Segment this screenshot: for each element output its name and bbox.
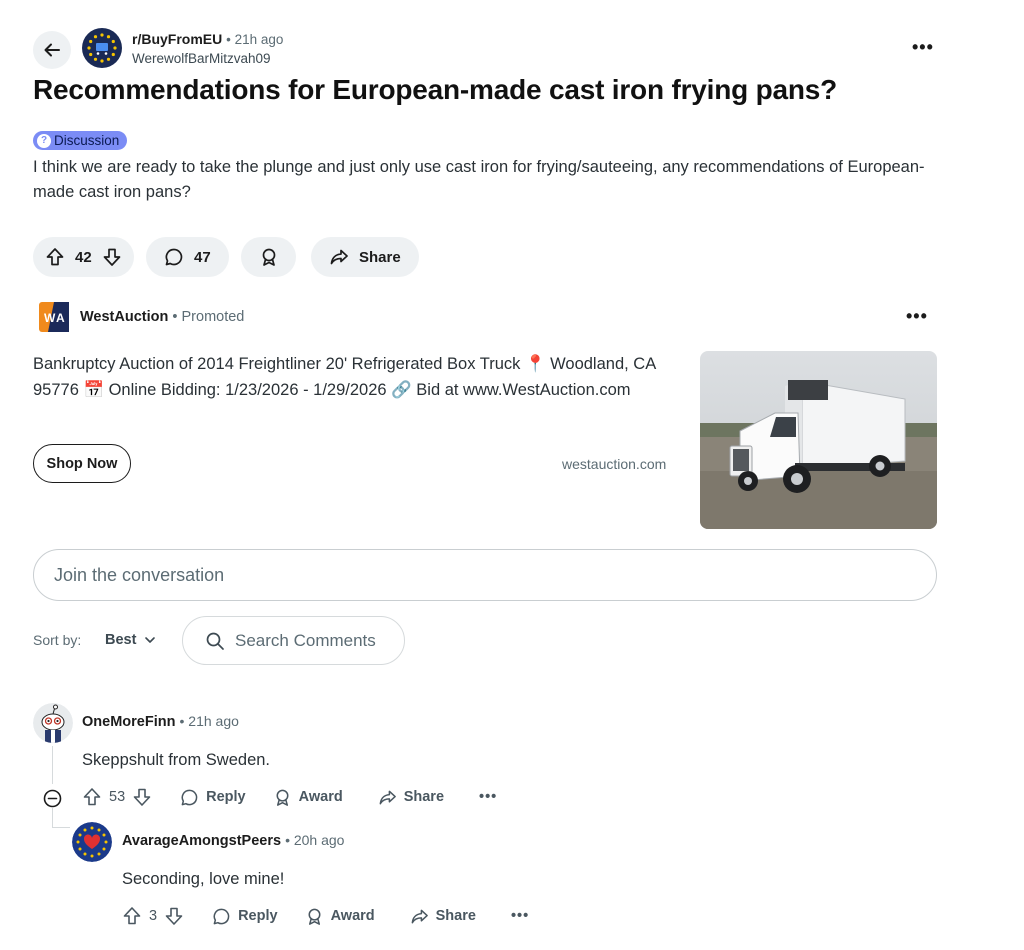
- comment-vote: 53: [82, 787, 152, 807]
- advertiser-logo[interactable]: W A: [39, 302, 69, 332]
- thread-branch-connector: [52, 827, 70, 828]
- sort-label: Sort by:: [33, 632, 82, 648]
- comments-button[interactable]: 47: [146, 237, 229, 277]
- share-label: Share: [435, 908, 476, 924]
- shop-now-button[interactable]: Shop Now: [33, 444, 131, 483]
- sort-value: Best: [105, 632, 137, 648]
- advertiser-name[interactable]: WestAuction: [80, 309, 168, 325]
- post-body: I think we are ready to take the plunge …: [33, 158, 925, 201]
- comment-body: Seconding, love mine!: [122, 870, 285, 888]
- comment-vote: 3: [122, 906, 184, 926]
- comment-more-button[interactable]: •••: [511, 908, 529, 924]
- advertiser-line: WestAuction • Promoted: [80, 309, 245, 325]
- minus-circle-icon: [43, 789, 62, 808]
- chevron-down-icon: [145, 637, 156, 643]
- ad-truck-image[interactable]: [700, 351, 937, 529]
- award-button[interactable]: Award: [273, 788, 343, 807]
- subreddit-name[interactable]: r/BuyFromEU: [132, 31, 222, 47]
- search-comments-placeholder: Search Comments: [235, 630, 376, 650]
- subreddit-avatar[interactable]: [82, 28, 122, 68]
- reply-button[interactable]: Reply: [212, 907, 278, 926]
- thread-line: [52, 746, 53, 784]
- post-title: Recommendations for European-made cast i…: [33, 74, 838, 105]
- comment-author[interactable]: AvarageAmongstPeers: [122, 833, 281, 849]
- upvote-count: 42: [75, 248, 92, 266]
- reply-actions: 3 Reply Award Share •••: [122, 906, 529, 926]
- reply-label: Reply: [206, 789, 246, 805]
- search-comments-input[interactable]: Search Comments: [182, 616, 405, 665]
- comment-more-button[interactable]: •••: [479, 789, 497, 805]
- comment-time: 21h ago: [188, 713, 239, 729]
- eu-stars-cart-icon: [85, 31, 119, 65]
- svg-text:W: W: [44, 311, 56, 325]
- award-icon: [308, 908, 321, 925]
- comment-icon: [181, 789, 198, 805]
- share-icon: [379, 790, 396, 804]
- comment-author-line: OneMoreFinn • 21h ago: [82, 713, 239, 730]
- snoo-avatar-icon: [33, 703, 73, 743]
- share-icon: [411, 909, 428, 923]
- share-label: Share: [403, 789, 445, 805]
- post-more-options-button[interactable]: •••: [912, 37, 934, 58]
- comment-icon: [165, 248, 183, 266]
- upvote-icon[interactable]: [122, 906, 142, 926]
- ad-more-options-button[interactable]: •••: [906, 306, 928, 327]
- truck-photo-icon: [700, 351, 937, 529]
- comment-score: 53: [109, 789, 126, 805]
- reply-author-line: AvarageAmongstPeers • 20h ago: [122, 832, 345, 849]
- comment-score: 3: [149, 908, 158, 924]
- vote-control: 42: [33, 237, 134, 277]
- share-label: Share: [359, 248, 401, 266]
- downvote-icon[interactable]: [132, 787, 152, 807]
- share-button[interactable]: Share: [410, 907, 476, 926]
- award-label: Award: [298, 789, 343, 805]
- thread-line-branch: [52, 808, 53, 828]
- share-button[interactable]: Share: [311, 237, 419, 277]
- upvote-icon[interactable]: [82, 787, 102, 807]
- comment-body: Skeppshult from Sweden.: [82, 751, 271, 769]
- comment-actions: 53 Reply Award Share •••: [82, 787, 497, 807]
- downvote-icon[interactable]: [164, 906, 184, 926]
- comment-count: 47: [194, 248, 211, 266]
- question-icon: ?: [37, 133, 51, 148]
- ad-text[interactable]: Bankruptcy Auction of 2014 Freightliner …: [33, 351, 693, 403]
- flair-badge[interactable]: ? Discussion: [33, 131, 128, 150]
- reply-avatar[interactable]: [72, 822, 112, 862]
- flair-label: Discussion: [54, 133, 120, 148]
- reply-label: Reply: [238, 908, 278, 924]
- post-author[interactable]: WerewolfBarMitzvah09: [132, 51, 271, 66]
- arrow-left-icon: [44, 43, 60, 57]
- share-icon: [330, 249, 348, 265]
- comment-avatar[interactable]: [33, 703, 73, 743]
- promoted-label: Promoted: [181, 309, 245, 325]
- award-button[interactable]: Award: [305, 907, 375, 926]
- downvote-icon[interactable]: [102, 247, 122, 267]
- share-button[interactable]: Share: [378, 788, 444, 807]
- post-time: 21h ago: [234, 32, 284, 47]
- award-button[interactable]: [241, 237, 296, 277]
- comment-author[interactable]: OneMoreFinn: [82, 714, 175, 730]
- upvote-icon[interactable]: [45, 247, 65, 267]
- subreddit-line: r/BuyFromEU • 21h ago: [132, 31, 284, 47]
- award-label: Award: [330, 908, 375, 924]
- join-conversation-input[interactable]: Join the conversation: [33, 549, 937, 601]
- svg-text:A: A: [56, 311, 65, 325]
- comment-icon: [213, 908, 230, 924]
- award-icon: [276, 789, 289, 806]
- sort-dropdown[interactable]: Best: [105, 632, 156, 648]
- search-icon: [206, 632, 224, 650]
- westauction-logo-icon: W A: [39, 302, 69, 332]
- reply-button[interactable]: Reply: [180, 788, 246, 807]
- eu-heart-avatar-icon: [72, 822, 112, 862]
- ad-domain[interactable]: westauction.com: [562, 456, 666, 472]
- back-button[interactable]: [33, 31, 71, 69]
- award-icon: [262, 248, 275, 266]
- comment-time: 20h ago: [293, 832, 345, 848]
